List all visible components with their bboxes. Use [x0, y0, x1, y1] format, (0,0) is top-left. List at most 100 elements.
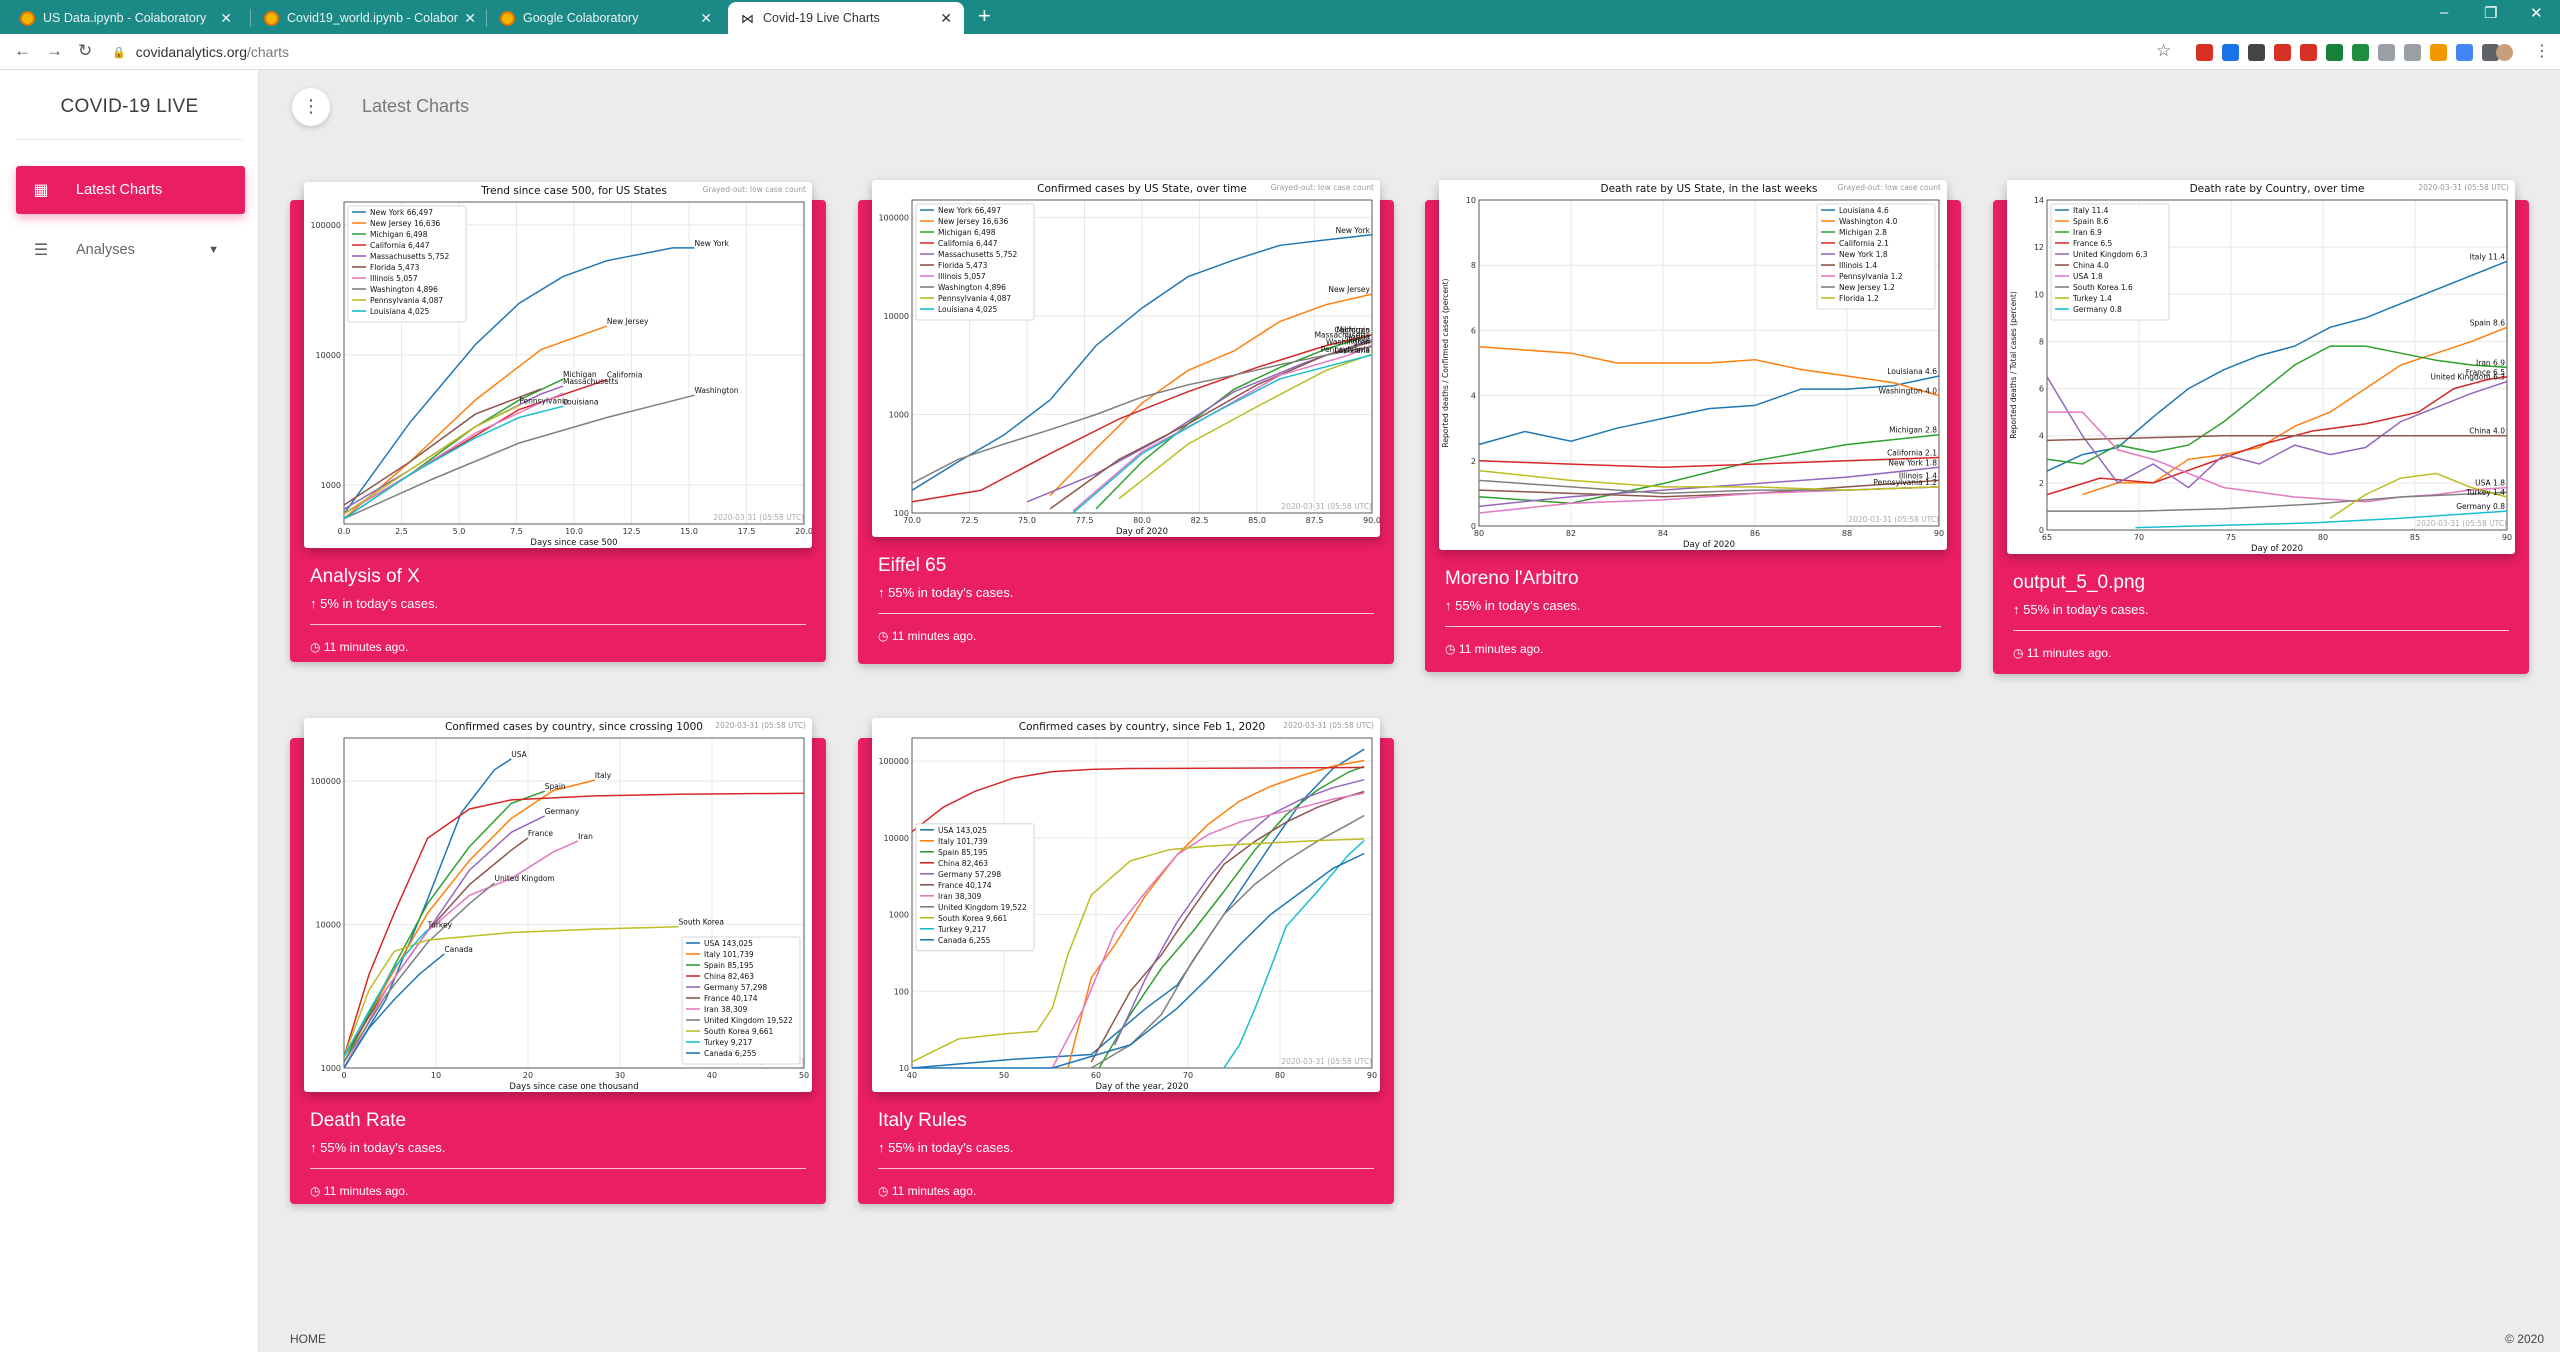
card-stat: ↑ 55% in today's cases. — [1445, 598, 1580, 613]
extension-icon[interactable] — [2196, 44, 2213, 61]
legend-entry: Michigan 6,498 — [938, 228, 996, 237]
extension-icon[interactable] — [2404, 44, 2421, 61]
browser-tab[interactable]: Google Colaboratory ✕ — [488, 2, 724, 34]
forward-icon[interactable]: → — [46, 41, 63, 61]
card-timestamp: ◷ 11 minutes ago. — [2013, 646, 2111, 660]
chart-card[interactable]: Confirmed cases by US State, over time Gr… — [858, 180, 1394, 664]
x-tick-label: 20 — [523, 1071, 533, 1080]
series-line — [343, 392, 564, 515]
legend-entry: Illinois 5,057 — [370, 274, 418, 283]
more-menu-button[interactable]: ⋮ — [292, 88, 330, 126]
divider — [1445, 626, 1941, 627]
extension-icon[interactable] — [2222, 44, 2239, 61]
extension-icon[interactable] — [2352, 44, 2369, 61]
legend-entry: New York 1.8 — [1839, 250, 1888, 259]
series-line — [343, 815, 546, 1069]
minimize-icon[interactable]: – — [2440, 4, 2448, 21]
x-tick-label: 17.5 — [738, 527, 756, 536]
new-tab-button[interactable]: + — [978, 3, 991, 29]
chart-card[interactable]: Confirmed cases by country, since crossi… — [290, 718, 826, 1204]
reload-icon[interactable]: ↻ — [78, 41, 92, 61]
legend-entry: South Korea 1.6 — [2073, 283, 2133, 292]
chart-image[interactable]: Trend since case 500, for US States Graye… — [304, 182, 812, 548]
card-time-text: 11 minutes ago. — [891, 1184, 977, 1198]
url-path: /charts — [246, 44, 289, 60]
page-title: Latest Charts — [362, 96, 470, 116]
card-stat-text: 55% in today's cases. — [2023, 602, 2149, 617]
legend-entry: New Jersey 1.2 — [1839, 283, 1895, 292]
browser-tab[interactable]: Covid19_world.ipynb - Colaborato ✕ — [252, 2, 488, 34]
tab-title: Covid19_world.ipynb - Colaborato — [287, 11, 459, 25]
tab-title: Google Colaboratory — [523, 11, 639, 25]
close-icon[interactable]: ✕ — [700, 10, 712, 27]
maximize-icon[interactable]: ❐ — [2484, 4, 2497, 22]
close-icon[interactable]: ✕ — [464, 10, 476, 27]
legend-entry: New York 66,497 — [938, 206, 1001, 215]
series-line — [1478, 469, 1940, 491]
chart-image[interactable]: Death rate by Country, over time 2020-03-… — [2007, 180, 2515, 554]
card-timestamp: ◷ 11 minutes ago. — [1445, 642, 1543, 656]
series-line — [1051, 792, 1365, 1069]
data-label: Pennsylvania 1.2 — [1873, 478, 1937, 487]
chart-image[interactable]: Death rate by US State, in the last week… — [1439, 180, 1947, 550]
data-label: Louisiana 4.6 — [1887, 367, 1937, 376]
clock-icon: ◷ — [310, 640, 324, 654]
data-label: Massachusetts — [563, 377, 619, 386]
legend-entry: Washington 4.0 — [1839, 217, 1898, 226]
extension-icon[interactable] — [2326, 44, 2343, 61]
bookmark-star-icon[interactable]: ☆ — [2156, 41, 2171, 61]
chart-card[interactable]: Death rate by US State, in the last week… — [1425, 180, 1961, 672]
series-line — [1223, 839, 1365, 1069]
chart-image[interactable]: Confirmed cases by country, since crossi… — [304, 718, 812, 1092]
series-line — [1072, 354, 1373, 514]
arrow-up-icon: ↑ — [1445, 598, 1456, 613]
chart-image[interactable]: Confirmed cases by country, since Feb 1,… — [872, 718, 1380, 1092]
card-time-text: 11 minutes ago. — [1458, 642, 1544, 656]
chart-image[interactable]: Confirmed cases by US State, over time Gr… — [872, 180, 1380, 537]
extension-icon[interactable] — [2378, 44, 2395, 61]
legend-entry: USA 143,025 — [704, 939, 753, 948]
close-icon[interactable]: ✕ — [220, 10, 232, 27]
legend-entry: Iran 6.9 — [2073, 228, 2102, 237]
x-tick-label: 10 — [431, 1071, 441, 1080]
sidebar-item-analyses[interactable]: ☰ Analyses ▼ — [16, 226, 245, 274]
arrow-up-icon: ↑ — [878, 1140, 889, 1155]
back-icon[interactable]: ← — [14, 41, 31, 61]
y-tick-label: 100000 — [878, 757, 909, 766]
browser-menu-icon[interactable]: ⋮ — [2534, 41, 2551, 60]
extension-icon[interactable] — [2274, 44, 2291, 61]
address-bar[interactable]: 🔒 covidanalytics.org/charts — [112, 39, 2152, 65]
y-tick-label: 10000 — [884, 834, 909, 843]
app-brand: COVID-19 LIVE — [60, 96, 199, 117]
footer-home-link[interactable]: HOME — [290, 1332, 326, 1346]
chart-card[interactable]: Death rate by Country, over time 2020-03-… — [1993, 180, 2529, 674]
chart-card[interactable]: Trend since case 500, for US States Graye… — [290, 182, 826, 662]
chart-legend: New York 66,497 New Jersey 16,636 Michigan… — [915, 203, 1035, 321]
data-label: New York 1.8 — [1888, 458, 1937, 467]
extension-icon[interactable] — [2300, 44, 2317, 61]
card-time-text: 11 minutes ago. — [323, 640, 409, 654]
extension-icon[interactable] — [2248, 44, 2265, 61]
x-tick-label: 75.0 — [1018, 516, 1036, 525]
data-label: Pennsylvania — [519, 396, 568, 405]
chart-card[interactable]: Confirmed cases by country, since Feb 1,… — [858, 718, 1394, 1204]
legend-entry: United Kingdom 19,522 — [704, 1016, 793, 1025]
x-tick-label: 80 — [1275, 1071, 1285, 1080]
close-icon[interactable]: ✕ — [940, 10, 952, 27]
x-axis-label: Day of 2020 — [1683, 540, 1735, 550]
y-tick-label: 10 — [1466, 196, 1476, 205]
browser-tab[interactable]: US Data.ipynb - Colaboratory ✕ — [8, 2, 244, 34]
data-label: Germany — [545, 807, 580, 816]
extension-icon[interactable] — [2456, 44, 2473, 61]
avatar[interactable] — [2496, 44, 2513, 61]
y-tick-label: 4 — [1471, 392, 1476, 401]
close-window-icon[interactable]: ✕ — [2530, 4, 2543, 22]
extension-icon[interactable] — [2430, 44, 2447, 61]
chart-title: Confirmed cases by country, since Feb 1,… — [1019, 721, 1265, 733]
series-line — [1118, 353, 1373, 500]
legend-entry: China 82,463 — [938, 859, 988, 868]
legend-entry: California 6,447 — [370, 241, 430, 250]
browser-tab-active[interactable]: ⋈ Covid-19 Live Charts ✕ — [728, 2, 964, 34]
card-timestamp: ◷ 11 minutes ago. — [878, 629, 976, 643]
sidebar-item-latest-charts[interactable]: ▦ Latest Charts — [16, 166, 245, 214]
